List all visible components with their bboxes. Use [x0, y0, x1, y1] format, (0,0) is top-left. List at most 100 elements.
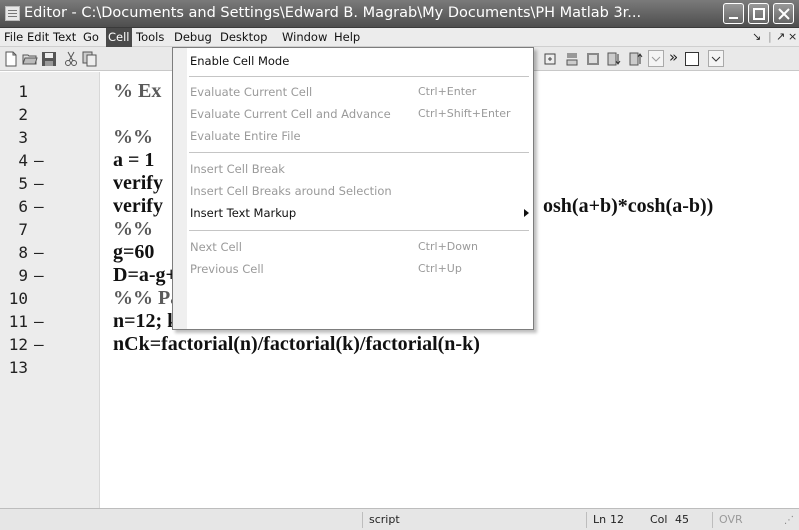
menu-item-shortcut: Ctrl+Shift+Enter [418, 107, 511, 120]
close-document-icon[interactable]: × [788, 30, 797, 43]
line-number: 13 [8, 358, 28, 377]
layout-dropdown-button[interactable] [708, 50, 724, 67]
code-text: verify [113, 195, 163, 217]
menu-item-shortcut: Ctrl+Enter [418, 85, 477, 98]
line-number: 5 [18, 174, 28, 193]
menu-bar: File Edit Text Go Cell Tools Debug Deskt… [0, 28, 799, 47]
menu-divider: | [768, 30, 772, 43]
line-number: 9 [18, 266, 28, 285]
menu-window[interactable]: Window [282, 30, 327, 44]
new-file-icon[interactable] [3, 51, 19, 67]
status-file-type: script [362, 512, 522, 528]
menu-desktop[interactable]: Desktop [220, 30, 267, 44]
close-button[interactable] [773, 3, 794, 24]
toolbar-overflow-icon[interactable]: » [669, 48, 678, 66]
menu-file[interactable]: File [4, 30, 23, 44]
editor-app-icon [5, 6, 20, 21]
line-number: 2 [18, 105, 28, 124]
breakpoint-dash[interactable]: – [34, 312, 44, 331]
resize-grip-icon[interactable]: ⋰ [784, 515, 794, 526]
chevron-down-icon [651, 56, 661, 62]
status-col-value: 45 [675, 513, 689, 526]
code-text: verify [113, 172, 163, 194]
minimize-button[interactable] [723, 3, 744, 24]
cell-dropdown-button[interactable] [648, 50, 664, 67]
cut-icon[interactable] [63, 51, 79, 67]
code-text: %% [113, 126, 153, 148]
status-ln-value: 12 [610, 513, 624, 526]
menu-item-label: Insert Cell Breaks around Selection [190, 184, 392, 198]
status-bar: script Ln 12 Col 45 OVR ⋰ [0, 508, 799, 530]
menu-tools[interactable]: Tools [136, 30, 164, 44]
menu-item-evaluate-current-cell[interactable]: Evaluate Current Cell Ctrl+Enter [173, 81, 533, 103]
status-overwrite: OVR [712, 512, 752, 528]
code-text: % Ex [113, 80, 162, 102]
code-text: %% [113, 218, 153, 240]
cell-eval-file-icon[interactable] [585, 51, 601, 67]
menu-go[interactable]: Go [83, 30, 99, 44]
cell-menu-dropdown: Enable Cell Mode Evaluate Current Cell C… [172, 47, 534, 330]
status-col-label: Col [650, 513, 668, 526]
line-number: 1 [18, 82, 28, 101]
breakpoint-dash[interactable]: – [34, 197, 44, 216]
breakpoint-dash[interactable]: – [34, 243, 44, 262]
menu-edit[interactable]: Edit [27, 30, 49, 44]
line-number: 12 [8, 335, 28, 354]
menu-item-label: Next Cell [190, 240, 242, 254]
layout-checkbox[interactable] [685, 52, 699, 66]
previous-cell-icon[interactable] [628, 51, 644, 67]
breakpoint-dash[interactable]: – [34, 174, 44, 193]
breakpoint-dash[interactable]: – [34, 266, 44, 285]
menu-item-insert-cell-breaks-around-selection[interactable]: Insert Cell Breaks around Selection [173, 180, 533, 202]
menu-item-label: Evaluate Current Cell and Advance [190, 107, 391, 121]
line-number: 7 [18, 220, 28, 239]
window-title: Editor - C:\Documents and Settings\Edwar… [24, 5, 642, 21]
code-line: 12 – nCk=factorial(n)/factorial(k)/facto… [0, 333, 799, 358]
menu-item-previous-cell[interactable]: Previous Cell Ctrl+Up [173, 258, 533, 280]
maximize-button[interactable] [748, 3, 769, 24]
menu-text[interactable]: Text [53, 30, 76, 44]
chevron-down-icon [711, 56, 721, 62]
menu-item-next-cell[interactable]: Next Cell Ctrl+Down [173, 236, 533, 258]
next-cell-icon[interactable] [606, 51, 622, 67]
code-line: 13 [0, 358, 799, 381]
menu-item-label: Evaluate Current Cell [190, 85, 313, 99]
line-number: 8 [18, 243, 28, 262]
menu-item-evaluate-entire-file[interactable]: Evaluate Entire File [173, 125, 533, 147]
menu-cell[interactable]: Cell [106, 28, 132, 47]
menu-item-label: Enable Cell Mode [190, 54, 290, 68]
undock-icon[interactable]: ↘ [752, 30, 761, 43]
copy-icon[interactable] [82, 51, 98, 67]
code-text: a = 1 [113, 149, 155, 171]
save-icon[interactable] [41, 51, 57, 67]
menu-help[interactable]: Help [334, 30, 360, 44]
line-number: 11 [8, 312, 28, 331]
menu-separator [189, 152, 529, 153]
code-text: g=60 [113, 241, 155, 263]
line-number: 3 [18, 128, 28, 147]
menu-item-enable-cell-mode[interactable]: Enable Cell Mode [173, 50, 533, 72]
breakpoint-dash[interactable]: – [34, 151, 44, 170]
menu-separator [189, 76, 529, 77]
dock-icon[interactable]: ↗ [776, 30, 785, 43]
title-bar: Editor - C:\Documents and Settings\Edwar… [0, 0, 799, 28]
menu-item-label: Previous Cell [190, 262, 264, 276]
cell-eval-icon[interactable] [543, 51, 559, 67]
line-number: 6 [18, 197, 28, 216]
line-number: 4 [18, 151, 28, 170]
line-number: 10 [8, 289, 28, 308]
menu-item-shortcut: Ctrl+Down [418, 240, 478, 253]
code-text-visible-tail: osh(a+b)*cosh(a-b)) [543, 195, 714, 217]
menu-item-shortcut: Ctrl+Up [418, 262, 462, 275]
menu-item-insert-cell-break[interactable]: Insert Cell Break [173, 158, 533, 180]
menu-item-label: Insert Cell Break [190, 162, 285, 176]
menu-item-label: Insert Text Markup [190, 206, 297, 220]
menu-item-label: Evaluate Entire File [190, 129, 301, 143]
menu-item-evaluate-and-advance[interactable]: Evaluate Current Cell and Advance Ctrl+S… [173, 103, 533, 125]
open-folder-icon[interactable] [22, 51, 38, 67]
breakpoint-dash[interactable]: – [34, 335, 44, 354]
cell-advance-icon[interactable] [564, 51, 580, 67]
menu-debug[interactable]: Debug [174, 30, 212, 44]
code-text: nCk=factorial(n)/factorial(k)/factorial(… [113, 333, 480, 355]
menu-item-insert-text-markup[interactable]: Insert Text Markup [173, 202, 533, 224]
